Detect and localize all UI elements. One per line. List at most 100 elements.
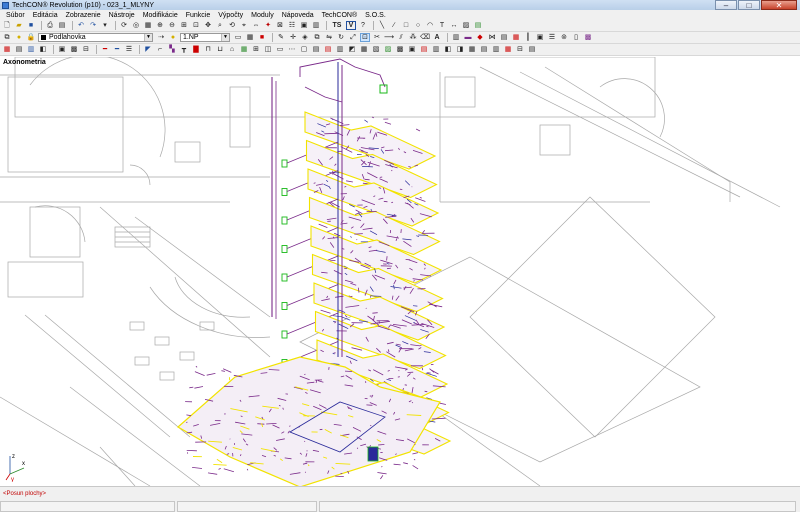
view-icon[interactable]: ◈ (300, 33, 310, 42)
menu-techcon[interactable]: TechCON® (322, 12, 358, 19)
menu-sos[interactable]: S.O.S. (365, 12, 386, 19)
module-17-icon[interactable]: ⊔ (215, 45, 225, 54)
menu-editacia[interactable]: Editácia (33, 12, 58, 19)
drawing-canvas[interactable]: Axonometria z x y (0, 57, 800, 486)
menu-modifikacie[interactable]: Modifikácie (143, 12, 178, 19)
floor-settings-icon[interactable]: ▭ (233, 33, 243, 42)
pipe-icon[interactable]: ▬ (463, 33, 473, 42)
rotate-icon[interactable]: ↻ (336, 33, 346, 42)
rectangle-icon[interactable]: □ (401, 21, 411, 30)
module-4-icon[interactable]: ◧ (38, 45, 48, 54)
minimize-button[interactable]: – (715, 0, 737, 10)
zoom-out-icon[interactable]: ⊖ (167, 21, 177, 30)
polyline-icon[interactable]: ∕ (389, 21, 399, 30)
menu-moduly[interactable]: Moduly (251, 12, 274, 19)
layers-icon[interactable]: ☷ (287, 21, 297, 30)
module-9-icon[interactable]: ━ (112, 45, 122, 54)
module-33-icon[interactable]: ▣ (407, 45, 417, 54)
module-23-icon[interactable]: ⋯ (287, 45, 297, 54)
make-current-icon[interactable]: ⇢ (156, 33, 166, 42)
line-icon[interactable]: ╲ (377, 21, 387, 30)
layer-select[interactable]: Podlahovka ▼ (38, 33, 153, 42)
module-2-icon[interactable]: ▤ (14, 45, 24, 54)
valve-icon[interactable]: ⋈ (487, 33, 497, 42)
module-38-icon[interactable]: ▦ (467, 45, 477, 54)
text-icon[interactable]: T (437, 21, 447, 30)
ts-button[interactable]: TS (330, 21, 344, 30)
module-14-icon[interactable]: ┳ (179, 45, 189, 54)
module-28-icon[interactable]: ◩ (347, 45, 357, 54)
chevron-down-icon[interactable]: ▼ (144, 34, 152, 41)
zoom-all-icon[interactable]: ⊡ (191, 21, 201, 30)
boiler-icon[interactable]: ▣ (535, 33, 545, 42)
scale-icon[interactable]: ⤢ (348, 33, 358, 42)
help-icon[interactable]: ? (358, 21, 368, 30)
module-1-icon[interactable]: ▦ (2, 45, 12, 54)
block-icon[interactable]: ▥ (311, 21, 321, 30)
module-25-icon[interactable]: ▤ (311, 45, 321, 54)
module-11-icon[interactable]: ◤ (143, 45, 153, 54)
floor-icon[interactable]: ● (168, 33, 178, 42)
menu-subor[interactable]: Súbor (6, 12, 25, 19)
copy-icon[interactable]: ⧉ (312, 33, 322, 42)
module-36-icon[interactable]: ◧ (443, 45, 453, 54)
target-icon[interactable]: ◎ (131, 21, 141, 30)
chevron-down-icon[interactable]: ▼ (221, 34, 229, 41)
fitting-icon[interactable]: ◆ (475, 33, 485, 42)
module-13-icon[interactable]: ▚ (167, 45, 177, 54)
save-icon[interactable]: ■ (26, 21, 36, 30)
module-37-icon[interactable]: ◨ (455, 45, 465, 54)
riser-icon[interactable]: ┃ (523, 33, 533, 42)
module-34-icon[interactable]: ▤ (419, 45, 429, 54)
module-35-icon[interactable]: ▥ (431, 45, 441, 54)
module-29-icon[interactable]: ▦ (359, 45, 369, 54)
radiator-icon[interactable]: ▤ (499, 33, 509, 42)
floor-select[interactable]: 1.NP ▼ (180, 33, 230, 42)
new-file-icon[interactable]: 🗋 (2, 21, 12, 30)
heating-icon[interactable]: ▦ (511, 33, 521, 42)
manifold-icon[interactable]: ☰ (547, 33, 557, 42)
module-6-icon[interactable]: ▩ (69, 45, 79, 54)
menu-zobrazenie[interactable]: Zobrazenie (66, 12, 101, 19)
module-26-icon[interactable]: ▤ (323, 45, 333, 54)
table-icon[interactable]: ▦ (245, 33, 255, 42)
menu-vypocty[interactable]: Výpočty (218, 12, 243, 19)
zoom-extents-icon[interactable]: ⌖ (239, 21, 249, 30)
lock-icon[interactable]: 🔒 (26, 33, 36, 42)
trim-icon[interactable]: ✂ (372, 33, 382, 42)
mirror-icon[interactable]: ⇋ (324, 33, 334, 42)
module-5-icon[interactable]: ▣ (57, 45, 67, 54)
module-31-icon[interactable]: ▨ (383, 45, 393, 54)
grid-icon[interactable]: ▦ (143, 21, 153, 30)
insert-icon[interactable]: ▤ (473, 21, 483, 30)
maximize-button[interactable]: □ (738, 0, 760, 10)
active-tool-icon[interactable]: ⊡ (360, 33, 370, 42)
pump-icon[interactable]: ⊚ (559, 33, 569, 42)
close-button[interactable]: ✕ (761, 0, 797, 10)
zoom-in-icon[interactable]: ⊕ (155, 21, 165, 30)
dimension-icon[interactable]: ↔ (449, 21, 459, 30)
erase-icon[interactable]: ⌫ (420, 33, 430, 42)
arc-icon[interactable]: ◠ (425, 21, 435, 30)
floor-heating-icon[interactable]: ▩ (583, 33, 593, 42)
dropdown-icon[interactable]: ▾ (100, 21, 110, 30)
zoom-previous-icon[interactable]: ⌕ (215, 21, 225, 30)
module-20-icon[interactable]: ⊞ (251, 45, 261, 54)
color-icon[interactable]: ■ (257, 33, 267, 42)
regen-icon[interactable]: ⟲ (227, 21, 237, 30)
module-12-icon[interactable]: ⌐ (155, 45, 165, 54)
module-30-icon[interactable]: ▧ (371, 45, 381, 54)
module-43-icon[interactable]: ▤ (527, 45, 537, 54)
v-button[interactable]: V (346, 21, 356, 30)
module-19-icon[interactable]: ▦ (239, 45, 249, 54)
crosshair-icon[interactable]: ✛ (288, 33, 298, 42)
module-39-icon[interactable]: ▤ (479, 45, 489, 54)
hatch-icon[interactable]: ▨ (461, 21, 471, 30)
pan-icon[interactable]: ✥ (203, 21, 213, 30)
zoom-window-icon[interactable]: ⊞ (179, 21, 189, 30)
properties-icon[interactable]: ▣ (299, 21, 309, 30)
tool-icon[interactable]: ✎ (276, 33, 286, 42)
offset-icon[interactable]: ⫽ (396, 33, 406, 42)
menu-funkcie[interactable]: Funkcie (186, 12, 211, 19)
plot-icon[interactable]: ⊠ (275, 21, 285, 30)
